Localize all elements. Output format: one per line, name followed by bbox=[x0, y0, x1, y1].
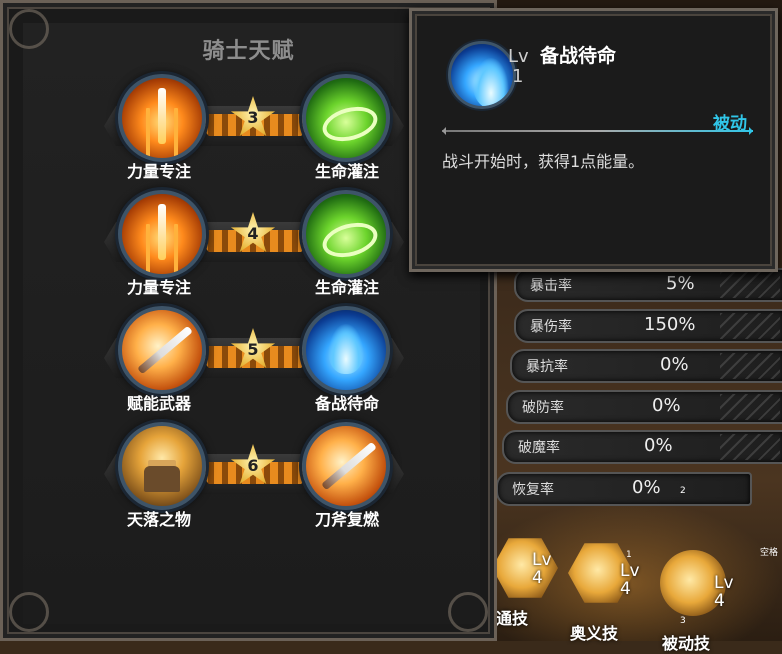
talent-rank: 3 bbox=[247, 108, 259, 127]
stat-row: 暴伤率 150% bbox=[514, 309, 782, 343]
life-swirl-icon[interactable] bbox=[302, 190, 390, 278]
stat-row: 暴击率 5% bbox=[514, 268, 782, 302]
sword-burst-icon[interactable] bbox=[118, 190, 206, 278]
stat-value: 0% bbox=[660, 354, 689, 375]
talent-rank: 4 bbox=[247, 224, 259, 243]
talent-rank: 6 bbox=[247, 456, 259, 475]
tooltip-description: 战斗开始时，获得1点能量。 bbox=[442, 152, 645, 171]
skill-name: 被动技 bbox=[662, 634, 711, 653]
stat-ornament bbox=[720, 394, 780, 420]
skill-slot[interactable]: Lv 4 3 被动技 bbox=[660, 550, 734, 653]
empowered-weapon-icon[interactable] bbox=[118, 306, 206, 394]
stat-row: 恢复率 0% 2 bbox=[496, 472, 752, 506]
talent-name: 生命灌注 bbox=[314, 162, 379, 181]
talent-name: 刀斧复燃 bbox=[314, 510, 379, 529]
stat-ornament bbox=[720, 434, 780, 460]
stat-row: 破防率 0% bbox=[506, 390, 782, 424]
lv-value: 4 bbox=[620, 579, 631, 599]
stat-row: 暴抗率 0% bbox=[510, 349, 782, 383]
stat-label: 破防率 bbox=[522, 400, 564, 416]
talent-name: 生命灌注 bbox=[314, 278, 379, 297]
lv-label: Lv bbox=[532, 550, 552, 570]
corner-ornament bbox=[9, 592, 49, 632]
talent-name: 备战待命 bbox=[314, 394, 379, 413]
tooltip-lv-label: Lv bbox=[508, 46, 529, 67]
stat-label: 暴抗率 bbox=[526, 359, 568, 375]
skill-badge: 3 bbox=[680, 616, 686, 626]
skill-name: 通技 bbox=[496, 609, 529, 628]
lv-label: Lv bbox=[714, 573, 734, 593]
stat-value: 150% bbox=[644, 314, 696, 335]
talent-name: 力量专注 bbox=[126, 162, 191, 181]
skill-level: Lv 4 bbox=[532, 551, 552, 587]
skill-level: Lv 4 bbox=[620, 562, 640, 598]
corner-ornament bbox=[448, 592, 488, 632]
tooltip-lv-value: 1 bbox=[512, 66, 524, 87]
talent-name: 力量专注 bbox=[126, 278, 191, 297]
stat-label: 暴击率 bbox=[530, 278, 572, 294]
blue-flame-icon bbox=[448, 41, 516, 109]
stat-marker: 2 bbox=[680, 486, 686, 496]
stat-value: 0% bbox=[632, 477, 661, 498]
skill-slot[interactable]: Lv 4 通技 bbox=[492, 535, 562, 628]
stat-row: 破魔率 0% bbox=[502, 430, 782, 464]
tooltip-divider bbox=[442, 127, 753, 135]
skill-slot[interactable]: 1 Lv 4 奥义技 bbox=[568, 540, 640, 643]
stat-ornament bbox=[720, 313, 780, 339]
talent-row: 6 天落之物 刀斧复燃 bbox=[0, 422, 497, 538]
tooltip-title: 备战待命 bbox=[540, 45, 617, 67]
talent-rank: 5 bbox=[247, 340, 259, 359]
lv-label: Lv bbox=[620, 561, 640, 581]
sword-burst-icon[interactable] bbox=[118, 74, 206, 162]
falling-object-icon[interactable] bbox=[118, 422, 206, 510]
stat-label: 破魔率 bbox=[518, 440, 560, 456]
stat-value: 0% bbox=[652, 395, 681, 416]
skill-name: 奥义技 bbox=[570, 624, 619, 643]
lv-value: 4 bbox=[714, 591, 725, 611]
blue-flame-icon[interactable] bbox=[302, 306, 390, 394]
stat-ornament bbox=[720, 353, 780, 379]
stat-ornament bbox=[720, 272, 780, 298]
skill-badge: 1 bbox=[626, 550, 632, 560]
stat-value: 0% bbox=[644, 435, 673, 456]
empowered-weapon-icon[interactable] bbox=[302, 422, 390, 510]
talent-tooltip: Lv 1 备战待命 被动 战斗开始时，获得1点能量。 bbox=[409, 8, 778, 272]
talent-row: 5 赋能武器 备战待命 bbox=[0, 306, 497, 422]
talent-name: 赋能武器 bbox=[126, 394, 191, 413]
stat-label: 恢复率 bbox=[512, 482, 554, 498]
lv-value: 4 bbox=[532, 568, 543, 588]
stat-value: 5% bbox=[666, 273, 695, 294]
skill-level: Lv 4 bbox=[714, 574, 734, 610]
stat-label: 暴伤率 bbox=[530, 319, 572, 335]
life-swirl-icon[interactable] bbox=[302, 74, 390, 162]
talent-name: 天落之物 bbox=[126, 510, 191, 529]
corner-hint: 空格 bbox=[760, 548, 779, 558]
